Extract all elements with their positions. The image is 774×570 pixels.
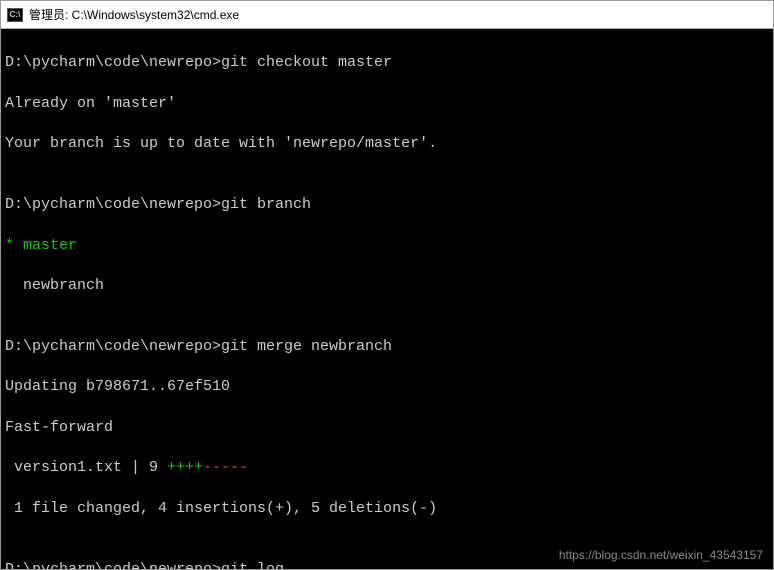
terminal-line: Updating b798671..67ef510 [5,377,769,397]
window-title: 管理员: C:\Windows\system32\cmd.exe [29,6,239,23]
current-branch: * master [5,236,769,256]
terminal-output[interactable]: D:\pycharm\code\newrepo>git checkout mas… [1,29,773,569]
diff-deletions: ----- [203,459,248,476]
other-branch: newbranch [5,276,769,296]
terminal-line: D:\pycharm\code\newrepo>git checkout mas… [5,53,769,73]
terminal-line: D:\pycharm\code\newrepo>git merge newbra… [5,337,769,357]
terminal-line: version1.txt | 9 ++++----- [5,458,769,478]
terminal-line: Already on 'master' [5,94,769,114]
terminal-line: Fast-forward [5,418,769,438]
terminal-line: Your branch is up to date with 'newrepo/… [5,134,769,154]
cmd-icon: C:\ [7,8,23,22]
cmd-window: C:\ 管理员: C:\Windows\system32\cmd.exe D:\… [0,0,774,570]
watermark: https://blog.csdn.net/weixin_43543157 [559,547,763,563]
title-bar[interactable]: C:\ 管理员: C:\Windows\system32\cmd.exe [1,1,773,29]
terminal-line: 1 file changed, 4 insertions(+), 5 delet… [5,499,769,519]
terminal-line: D:\pycharm\code\newrepo>git branch [5,195,769,215]
diff-additions: ++++ [167,459,203,476]
